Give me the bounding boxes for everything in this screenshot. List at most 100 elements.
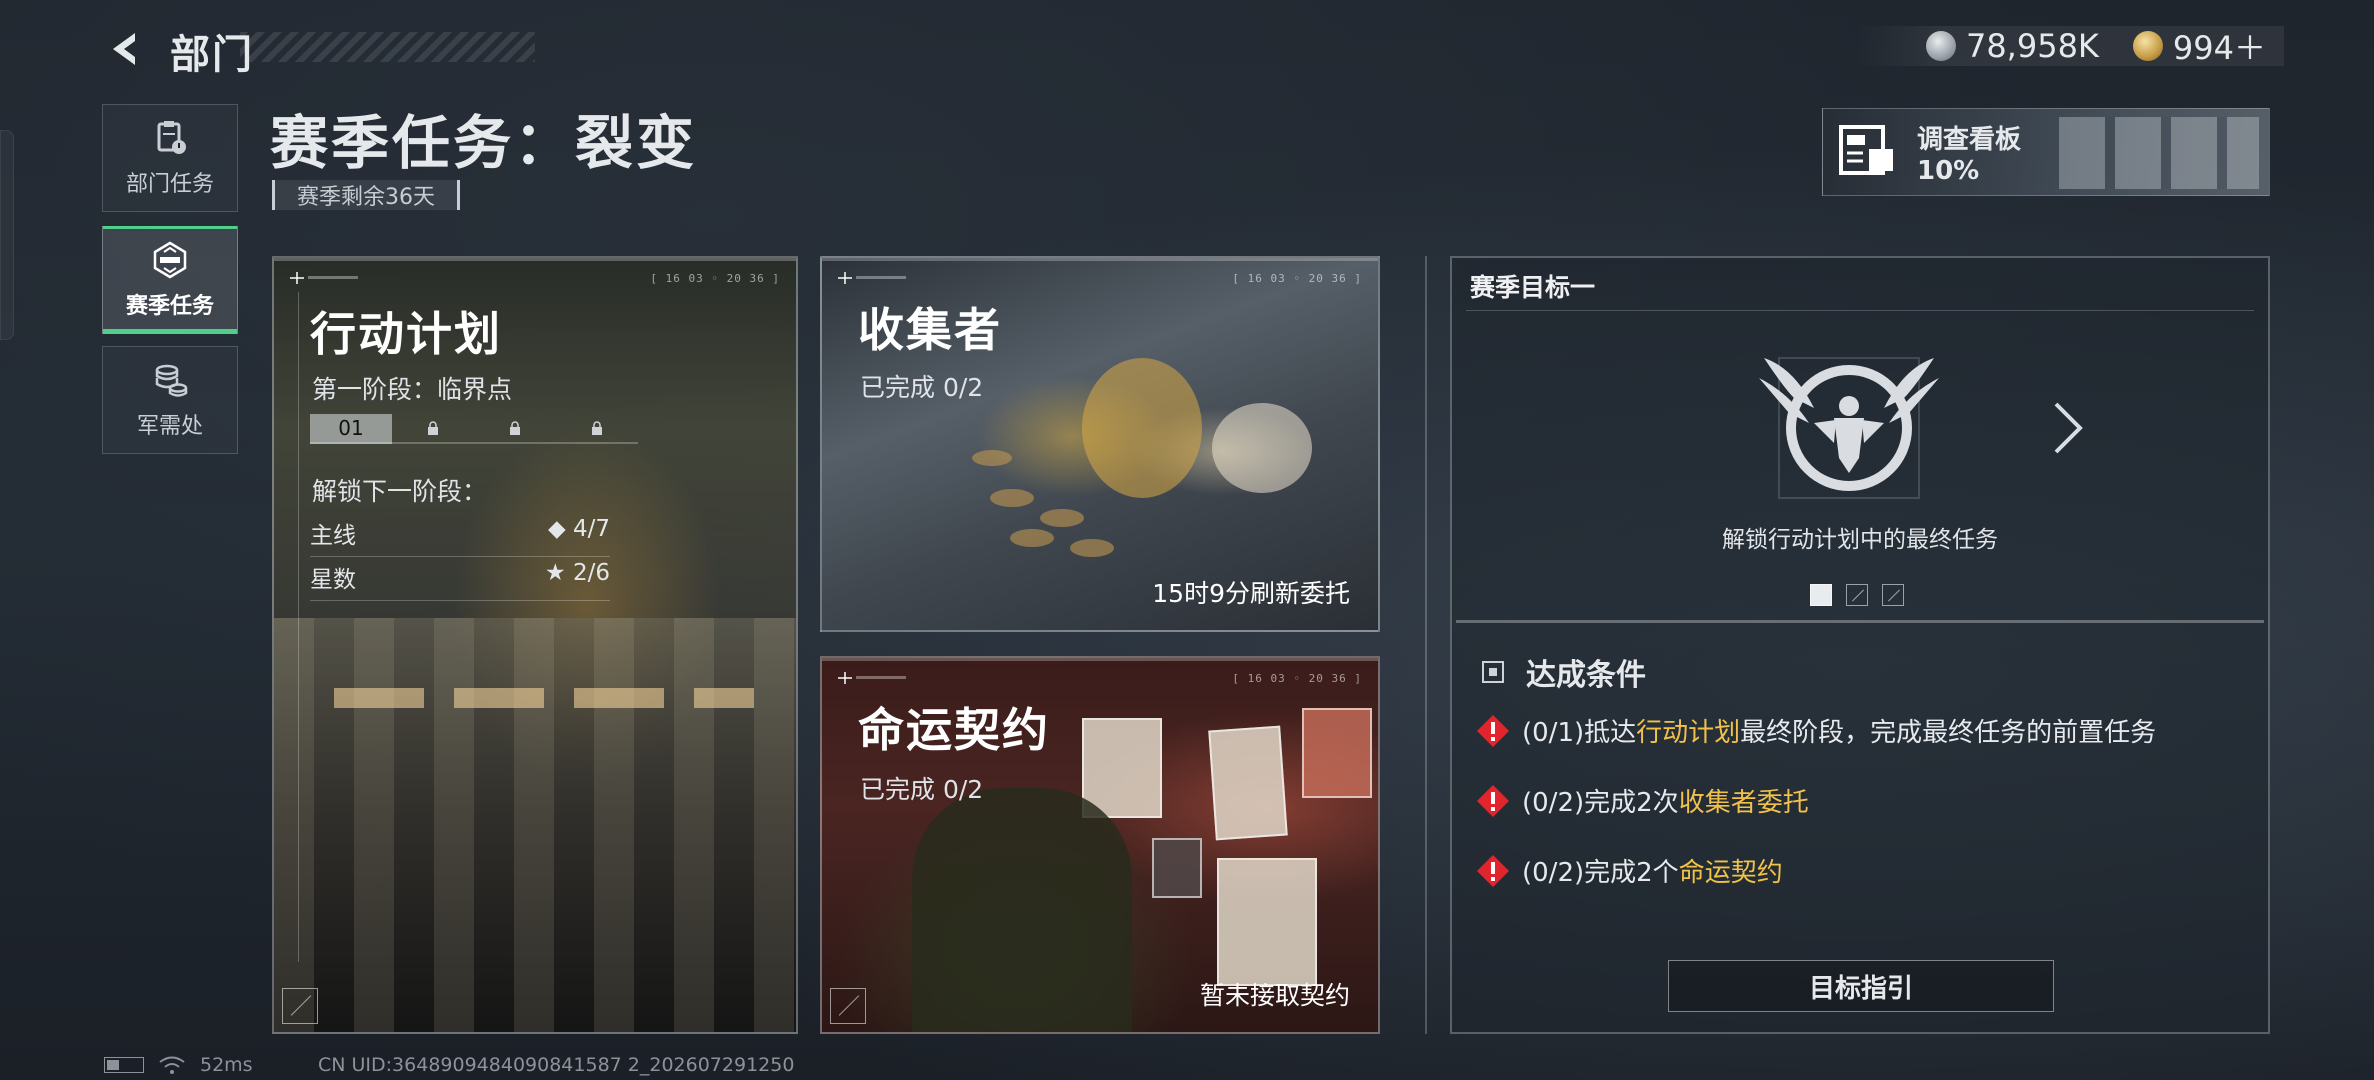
stat-value-wrap: ◆ 4/7 — [548, 516, 610, 550]
stat-value: 4/7 — [572, 516, 610, 542]
condition-item: (0/1)抵达行动计划最终阶段，完成最终任务的前置任务 — [1476, 712, 2156, 749]
condition-highlight: 命运契约 — [1678, 858, 1783, 888]
sidebar-item-label: 部门任务 — [125, 172, 214, 197]
panel-divider — [1425, 256, 1427, 1034]
lock-icon — [428, 421, 438, 435]
contract-status: 暂未接取契约 — [1199, 981, 1350, 1010]
condition-item: (0/2)完成2个命运契约 — [1476, 852, 1783, 889]
coins-stack-icon — [155, 364, 188, 397]
sidebar-item-quartermaster[interactable]: 军需处 — [102, 346, 238, 454]
operation-plan-card[interactable]: [ 16 03 ◦ 20 36 ] 行动计划 第一阶段：临界点 01 解锁下一阶… — [272, 256, 798, 1034]
condition-text: (0/2)完成2个命运契约 — [1522, 852, 1783, 889]
star-icon: ★ — [545, 560, 566, 586]
wanted-poster — [1302, 708, 1372, 798]
mainline-stat: 主线 ◆ 4/7 — [310, 516, 610, 557]
condition-text: (0/1)抵达行动计划最终阶段，完成最终任务的前置任务 — [1522, 712, 2156, 749]
back-arrow-icon — [113, 33, 135, 65]
stage-locked — [474, 414, 556, 444]
wanted-poster — [1208, 725, 1288, 841]
title-stripe — [240, 32, 535, 62]
collector-card[interactable]: [ 16 03 ◦ 20 36 ] 收集者 已完成 0/2 15时9分刷新委托 — [820, 256, 1380, 632]
stat-value-wrap: ★ 2/6 — [545, 560, 610, 594]
sidebar-item-department-tasks[interactable]: 部门任务 — [102, 104, 238, 212]
card-timestamp-mark: [ 16 03 ◦ 20 36 ] — [1232, 272, 1362, 285]
wanted-poster — [1152, 838, 1202, 898]
wanted-poster — [1217, 858, 1317, 986]
pager-dot[interactable] — [1882, 584, 1904, 606]
condition-text: (0/2)完成2次收集者委托 — [1522, 782, 1809, 819]
card-title: 行动计划 — [310, 307, 502, 361]
unlock-label: 解锁下一阶段： — [312, 477, 488, 506]
status-bar: 52ms — [104, 1054, 253, 1076]
goal-pager — [1810, 584, 1904, 606]
warning-icon — [1477, 714, 1509, 747]
warning-icon — [1477, 784, 1509, 817]
pager-dot[interactable] — [1846, 584, 1868, 606]
card-title: 命运契约 — [858, 703, 1050, 757]
eagle-emblem-icon — [1759, 357, 1939, 499]
stat-value: 2/6 — [572, 560, 610, 586]
collector-progress: 已完成 0/2 — [860, 373, 984, 402]
next-goal-arrow-icon[interactable] — [2048, 398, 2088, 458]
diamond-icon: ◆ — [547, 516, 566, 542]
stage-locked — [392, 414, 474, 444]
sidebar-item-season-tasks[interactable]: 赛季任务 — [102, 226, 238, 334]
conditions-title: 达成条件 — [1526, 658, 1646, 693]
card-timestamp-mark: [ 16 03 ◦ 20 36 ] — [650, 272, 780, 285]
fate-contract-card[interactable]: [ 16 03 ◦ 20 36 ] 命运契约 已完成 0/2 暂未接取契约 — [820, 656, 1380, 1034]
goal-caption: 解锁行动计划中的最终任务 — [1722, 527, 1998, 553]
user-uid: CN UID:3648909484090841587 2_20260729125… — [318, 1054, 795, 1076]
season-remaining-badge: 赛季剩余36天 — [272, 180, 460, 210]
ping-value: 52ms — [200, 1054, 253, 1076]
board-label: 调查看板 — [1917, 124, 2022, 155]
card-topline — [822, 658, 1378, 661]
collectibles-illustration — [972, 358, 1312, 557]
goal-guide-button[interactable]: 目标指引 — [1668, 960, 2054, 1012]
goal-header-line — [1466, 310, 2254, 311]
battery-icon — [104, 1057, 144, 1073]
goal-header: 赛季目标一 — [1470, 273, 1596, 302]
condition-highlight: 行动计划 — [1636, 718, 1741, 748]
card-topline — [822, 258, 1378, 261]
page-section-title: 部门 — [170, 32, 254, 78]
stage-locked — [556, 414, 638, 444]
goal-separator — [1456, 620, 2264, 623]
back-button[interactable] — [100, 24, 150, 74]
card-background-detail — [334, 688, 754, 708]
condition-prefix: (0/2)完成2个 — [1522, 858, 1679, 888]
season-goal-panel: 赛季目标一 解锁行动计划中的最终任务 达成条件 (0/1)抵达行动计划最终阶段，… — [1450, 256, 2270, 1034]
silver-coin-icon — [1925, 31, 1956, 61]
warning-icon — [1477, 854, 1509, 887]
figure-silhouette — [912, 788, 1132, 1032]
stat-label: 主线 — [310, 523, 356, 549]
season-badge-icon — [153, 241, 187, 279]
board-progress: 10% — [1917, 155, 1980, 186]
gold-coin-icon — [2132, 31, 2163, 61]
wanted-poster — [1082, 718, 1162, 818]
crosshair-icon — [838, 272, 906, 284]
gold-currency-value[interactable]: 994＋ — [2173, 23, 2266, 69]
wifi-icon — [159, 1056, 185, 1074]
stage-text: 第一阶段：临界点 — [312, 375, 513, 404]
condition-highlight: 收集者委托 — [1678, 788, 1809, 818]
currency-bar: 78,958K 994＋ — [1855, 23, 2284, 69]
investigation-board-button[interactable]: 调查看板 10% — [1822, 108, 2270, 196]
board-icon — [1839, 125, 1893, 175]
silver-currency-value: 78,958K — [1965, 27, 2099, 65]
fate-progress: 已完成 0/2 — [860, 775, 984, 804]
card-guide-line — [298, 292, 299, 962]
lock-icon — [510, 421, 520, 435]
conditions-marker-icon — [1482, 661, 1504, 683]
lock-icon — [592, 421, 602, 435]
pager-dot[interactable] — [1810, 584, 1832, 606]
card-title: 收集者 — [858, 303, 1002, 357]
stage-01: 01 — [310, 414, 392, 444]
stage-progress: 01 — [310, 414, 638, 444]
stat-label: 星数 — [310, 567, 356, 593]
expand-icon — [830, 988, 866, 1024]
crosshair-icon — [290, 272, 358, 284]
edge-handle[interactable] — [0, 130, 14, 340]
condition-suffix: 最终阶段，完成最终任务的前置任务 — [1740, 718, 2157, 748]
season-title: 赛季任务：裂变 — [270, 109, 698, 177]
conditions-header: 达成条件 — [1482, 650, 1646, 694]
